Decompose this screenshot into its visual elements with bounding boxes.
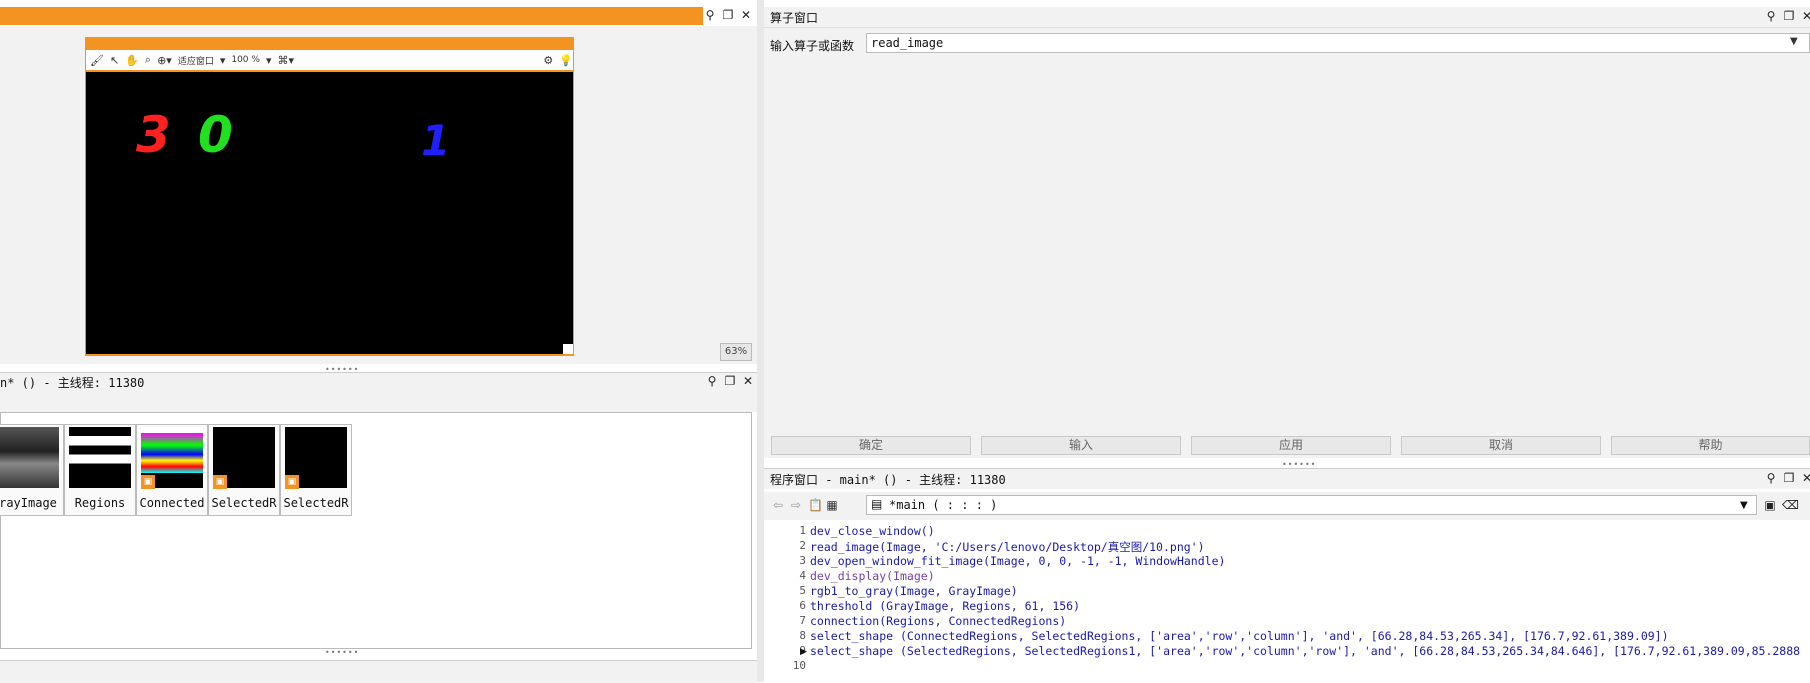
code-line[interactable]: connection(Regions, ConnectedRegions) — [810, 614, 1066, 628]
code-line[interactable]: dev_display(Image) — [810, 569, 935, 583]
hand-icon[interactable]: ✋ — [125, 54, 139, 67]
grid-icon[interactable]: ▦ — [826, 498, 838, 512]
clear-format-icon[interactable]: ⌫ — [1782, 498, 1799, 512]
restore-icon[interactable]: ❐ — [1783, 9, 1795, 23]
restore-icon[interactable]: ❐ — [722, 8, 734, 22]
line-number: 3 — [799, 554, 806, 567]
operator-area — [764, 28, 1810, 458]
dropdown-arrow-icon[interactable]: ▾ — [220, 54, 226, 67]
procedure-manage-icon[interactable]: ▣ — [1764, 498, 1776, 512]
line-number-gutter: 1 2 3 4 5 6 7 8 9 10 — [764, 524, 808, 682]
code-line[interactable]: dev_open_window_fit_image(Image, 0, 0, -… — [810, 554, 1225, 568]
graphics-titlebar — [0, 7, 703, 25]
restore-icon[interactable]: ❐ — [1783, 471, 1795, 485]
cancel-button[interactable]: 取消 — [1401, 436, 1601, 455]
zoom-level-select[interactable]: 100 % — [231, 55, 260, 65]
operator-dock-buttons: ⚲ ❐ ✕ — [1765, 9, 1810, 23]
chevron-down-icon[interactable]: ▼ — [1740, 500, 1748, 511]
pin-icon[interactable]: ⚲ — [704, 8, 716, 22]
operator-window-title: 算子窗口 — [770, 11, 819, 25]
variable-thumbnail[interactable]: ▣ SelectedR — [208, 424, 280, 516]
code-line[interactable]: select_shape (SelectedRegions, SelectedR… — [810, 644, 1800, 658]
forward-arrow-icon[interactable]: ⇨ — [790, 498, 802, 512]
line-number: 7 — [799, 614, 806, 627]
region-tag-icon: ▣ — [141, 475, 155, 489]
line-number: 1 — [799, 524, 806, 537]
pointer-icon[interactable]: ↖ — [110, 54, 119, 67]
code-line[interactable]: threshold (GrayImage, Regions, 61, 156) — [810, 599, 1080, 613]
close-icon[interactable]: ✕ — [740, 8, 752, 22]
splitter-grip[interactable]: •••••• — [325, 648, 359, 657]
image-canvas[interactable]: 3 0 1 — [86, 72, 573, 354]
variables-title: n* () - 主线程: 11380 — [0, 376, 145, 390]
operator-titlebar — [764, 7, 1810, 28]
chevron-down-icon[interactable]: ▼ — [1790, 36, 1798, 47]
code-line[interactable]: read_image(Image, 'C:/Users/lenovo/Deskt… — [810, 539, 1205, 555]
close-icon[interactable]: ✕ — [1801, 9, 1810, 23]
program-window-title: 程序窗口 - main* () - 主线程: 11380 — [770, 473, 1006, 487]
variable-label: SelectedR — [283, 496, 349, 510]
clipboard-icon[interactable]: 📋 — [808, 498, 823, 512]
pin-icon[interactable]: ⚲ — [1765, 471, 1777, 485]
magnifier-icon[interactable]: ⌕ — [145, 53, 151, 67]
variable-thumbnail[interactable]: Regions — [64, 424, 136, 516]
code-line[interactable]: rgb1_to_gray(Image, GrayImage) — [810, 584, 1018, 598]
variables-header-gap — [0, 393, 757, 412]
variable-label: rayImage — [0, 496, 57, 510]
dropdown-arrow-icon[interactable]: ▾ — [266, 54, 272, 67]
ok-button[interactable]: 确定 — [771, 436, 971, 455]
regions-preview — [69, 427, 131, 488]
graphics-toolbar: 🖌 ↖ ✋ ⌕ ⊕▾ 适应窗口 ▾ 100 % ▾ ⌘▾ ⚙ 💡 — [86, 50, 573, 70]
lightbulb-icon[interactable]: 💡 — [559, 54, 573, 67]
procedure-select[interactable]: *main ( : : : ) — [866, 495, 1757, 515]
variable-thumbnail[interactable]: ▣ SelectedR — [280, 424, 352, 516]
line-number: 10 — [792, 659, 806, 672]
region-tag-icon: ▣ — [285, 475, 299, 489]
vertical-splitter[interactable] — [757, 0, 764, 682]
program-dock-buttons: ⚲ ❐ ✕ — [1765, 471, 1810, 485]
settings-icon[interactable]: ⚙ — [543, 54, 553, 67]
resize-corner[interactable] — [563, 344, 573, 354]
bottom-tab-strip — [0, 660, 757, 683]
line-number: 2 — [799, 539, 806, 552]
operator-input[interactable]: read_image — [866, 33, 1810, 53]
variable-label: Regions — [74, 496, 126, 510]
zoom-indicator: 63% — [720, 343, 752, 361]
program-tools: ▣ ⌫ — [1764, 498, 1799, 512]
digit-region-1: 1 — [421, 116, 451, 165]
back-arrow-icon[interactable]: ⇦ — [772, 498, 784, 512]
graphics-dock-buttons: ⚲ ❐ ✕ — [704, 8, 752, 22]
line-number: 6 — [799, 599, 806, 612]
gray-image-preview — [0, 427, 59, 488]
digit-region-3: 3 — [136, 106, 171, 164]
digit-region-0: 0 — [198, 106, 233, 164]
apply-button[interactable]: 应用 — [1191, 436, 1391, 455]
line-number: 5 — [799, 584, 806, 597]
close-icon[interactable]: ✕ — [742, 374, 754, 388]
operator-input-label: 输入算子或函数 — [770, 39, 855, 53]
procedure-icon: ▤ — [871, 497, 883, 511]
code-line[interactable]: dev_close_window() — [810, 524, 935, 538]
variable-thumbnail[interactable]: rayImage — [0, 424, 64, 516]
variables-dock-buttons: ⚲ ❐ ✕ — [706, 374, 754, 388]
history-nav: ⇦ ⇨ 📋 ▦ — [772, 498, 838, 512]
help-button[interactable]: 帮助 — [1611, 436, 1810, 455]
variable-thumbnail[interactable]: ▣ Connected — [136, 424, 208, 516]
enter-button[interactable]: 输入 — [981, 436, 1181, 455]
restore-icon[interactable]: ❐ — [724, 374, 736, 388]
program-counter-icon: ▶ — [800, 647, 807, 657]
line-number: 4 — [799, 569, 806, 582]
region-tag-icon: ▣ — [213, 475, 227, 489]
fit-window-button[interactable]: 适应窗口 — [178, 54, 214, 67]
close-icon[interactable]: ✕ — [1801, 471, 1810, 485]
pin-icon[interactable]: ⚲ — [706, 374, 718, 388]
variable-label: Connected — [139, 496, 205, 510]
pin-icon[interactable]: ⚲ — [1765, 9, 1777, 23]
brush-icon[interactable]: 🖌 — [90, 54, 104, 67]
line-number: 8 — [799, 629, 806, 642]
zoom-icon[interactable]: ⊕▾ — [157, 54, 172, 67]
variable-label: SelectedR — [211, 496, 277, 510]
shape-tool-icon[interactable]: ⌘▾ — [277, 54, 294, 67]
code-line[interactable]: select_shape (ConnectedRegions, Selected… — [810, 629, 1669, 643]
